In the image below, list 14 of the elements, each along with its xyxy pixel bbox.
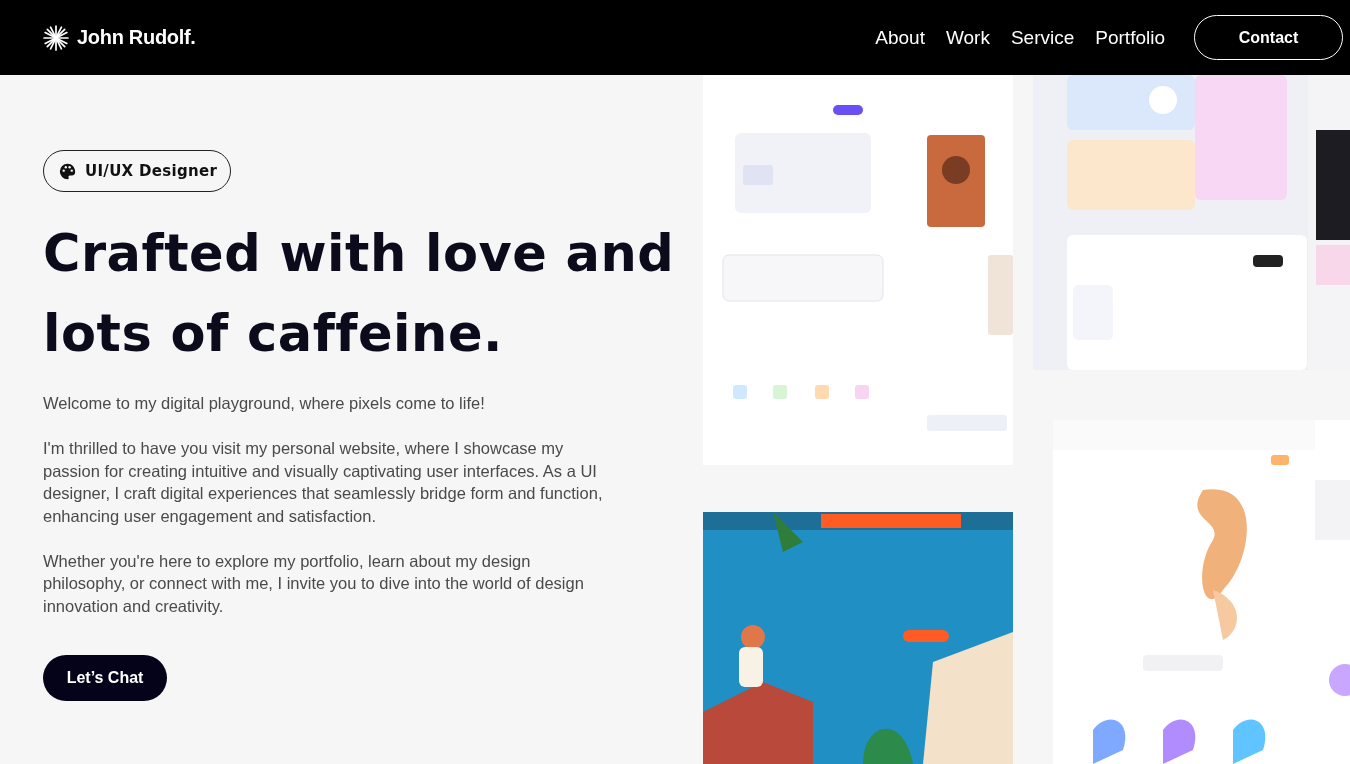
chat-button[interactable]: Let’s Chat [43, 654, 167, 701]
star-logo-icon [43, 24, 69, 51]
headline: Crafted with love and [43, 223, 675, 285]
contact-button[interactable]: Contact [1194, 15, 1343, 60]
intro-paragraph: Whether you're here to explore my portfolio, learn about my design philosophy, or connect with me, I invite you to dive into the world of design innovation and creativity. [43, 550, 585, 617]
nav-link[interactable]: About [875, 26, 925, 49]
headline: lots of caffeine. [43, 303, 503, 365]
palette-icon [59, 162, 76, 180]
nav-link[interactable]: Portfolio [1095, 26, 1165, 49]
site-name[interactable]: John Rudolf. [77, 26, 196, 49]
nav-link[interactable]: Service [1010, 26, 1075, 49]
intro-paragraph: Welcome to my digital playground, where pixels come to life! [43, 393, 486, 414]
intro-paragraph: I'm thrilled to have you visit my personal website, where I showcase my passion for creating intuitive and visually captivating user interfaces. As a UI designer, I craft digital experiences that seamlessly bridge form and function, enhancing user engagement and satisfaction. [43, 438, 604, 527]
nav-link[interactable]: Work [945, 26, 990, 49]
